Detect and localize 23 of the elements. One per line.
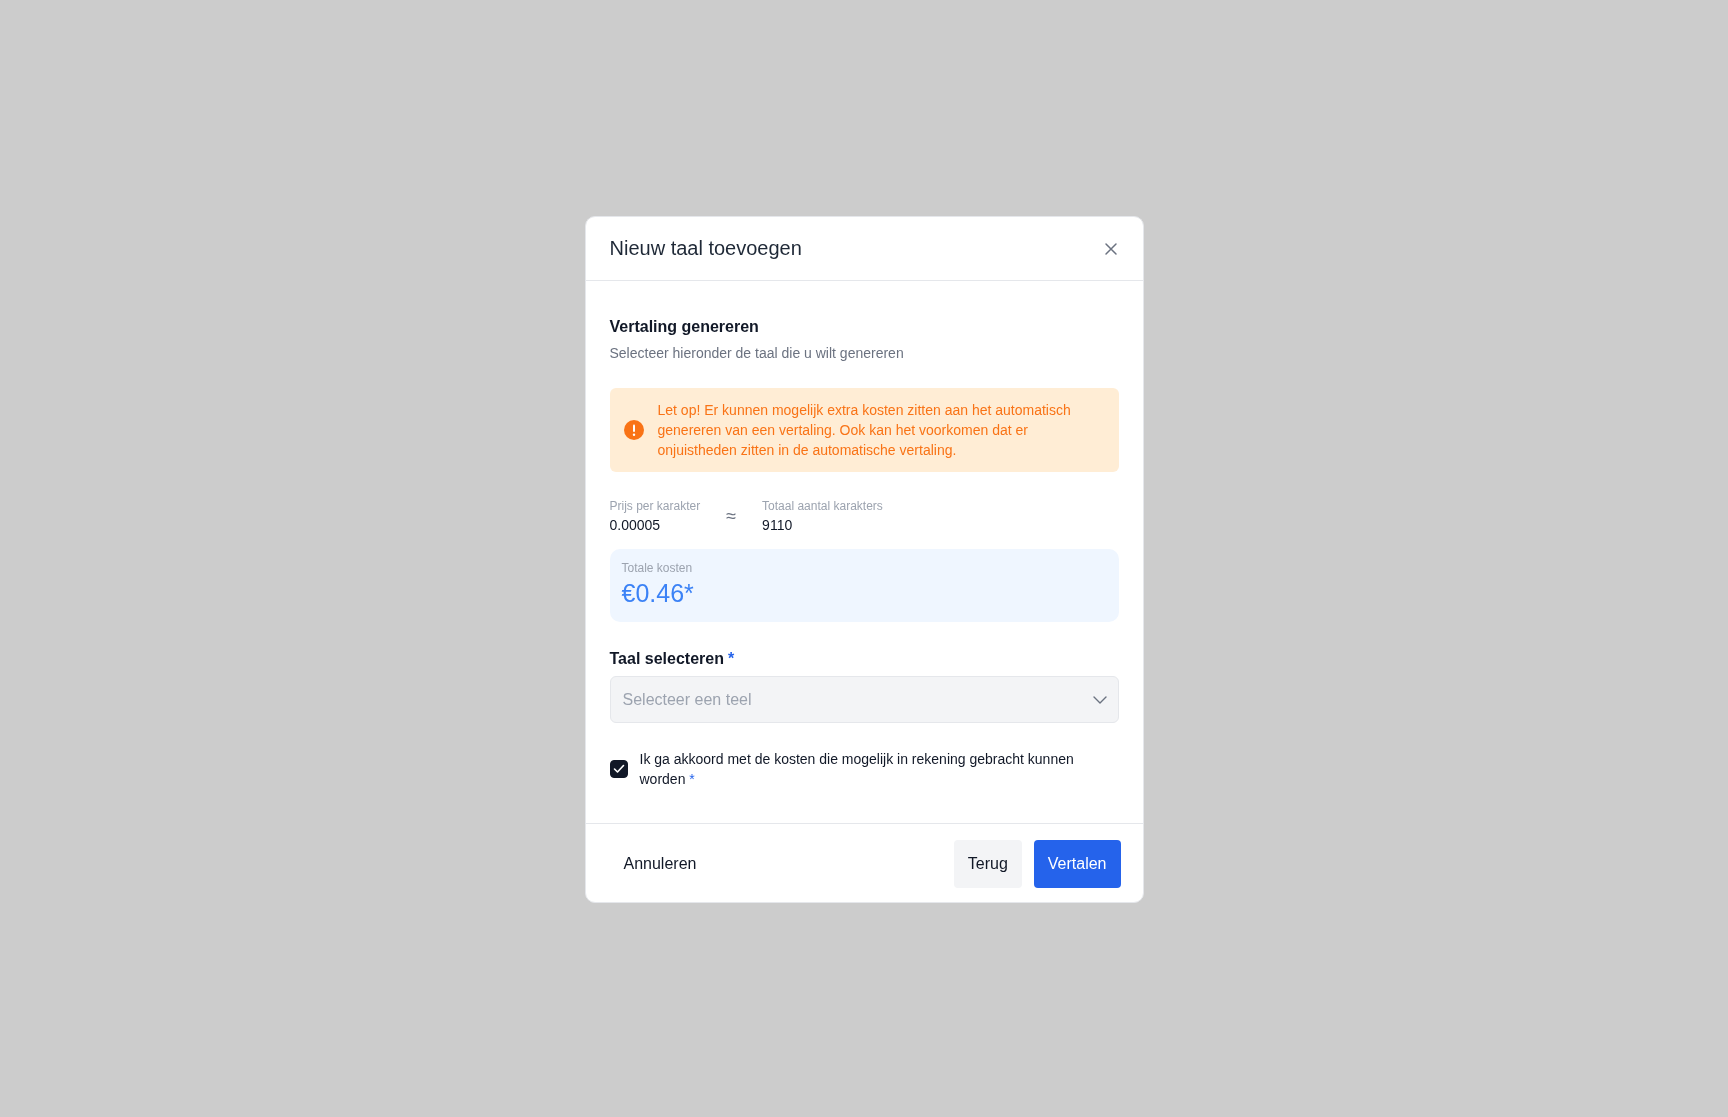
section-subtitle: Selecteer hieronder de taal die u wilt genereren xyxy=(609,345,905,361)
chevron-down-icon xyxy=(1092,696,1107,704)
stat-label: Prijs per karakter xyxy=(609,499,701,513)
section-title: Vertaling genereren xyxy=(609,318,760,336)
stat-label: Totaal aantal karakters xyxy=(762,499,883,513)
total-cost-label: Totale kosten xyxy=(621,561,694,575)
stat-value: 0.00005 xyxy=(609,517,662,533)
checkmark-icon xyxy=(612,764,625,774)
warning-icon xyxy=(623,420,644,440)
required-mark: * xyxy=(727,650,735,668)
cancel-button[interactable]: Annuleren xyxy=(609,840,711,888)
warning-text: Let op! Er kunnen mogelijk extra kosten zitten aan het automatisch genereren van een vertaling. Ook kan het voorkomen dat er onjuistheden zitten in de automatische vertaling. xyxy=(657,401,1072,460)
dialog-title: Nieuw taal toevoegen xyxy=(609,237,802,260)
back-button[interactable]: Terug xyxy=(953,840,1022,888)
agreement-text: Ik ga akkoord met de kosten die mogelijk in rekening gebracht kunnen worden * xyxy=(639,750,1075,789)
approx-sign: ≈ xyxy=(726,505,737,527)
language-select[interactable]: Selecteer een teel xyxy=(609,676,1119,723)
translate-button[interactable]: Vertalen xyxy=(1033,840,1121,888)
stat-value: 9110 xyxy=(762,517,794,533)
close-icon[interactable] xyxy=(1102,240,1119,257)
field-label: Taal selecteren xyxy=(609,650,724,668)
agree-checkbox[interactable] xyxy=(609,760,628,778)
total-cost-value: €0.46* xyxy=(621,579,695,608)
